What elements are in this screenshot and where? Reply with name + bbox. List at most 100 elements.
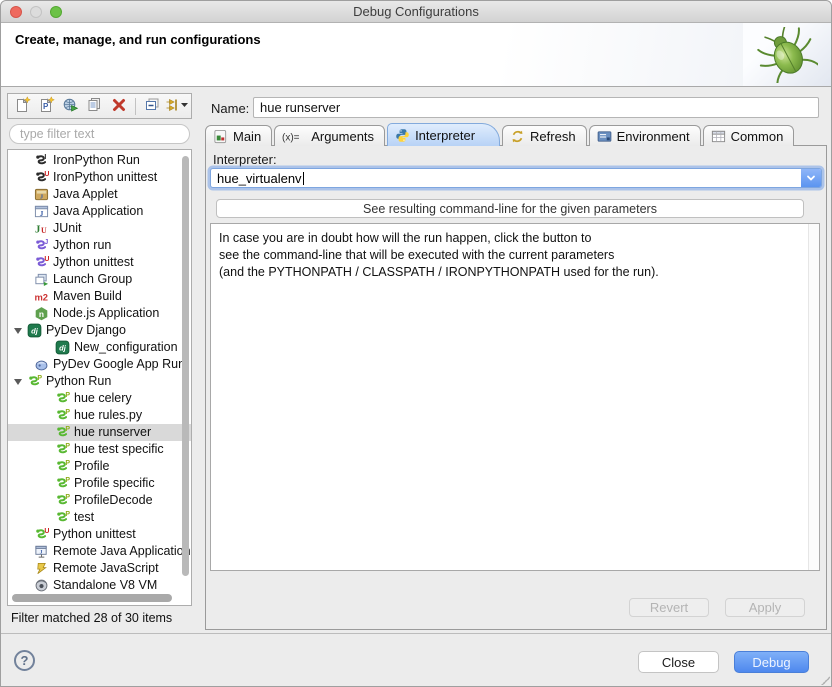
filter-launch-configurations-icon — [165, 97, 189, 116]
info-line: see the command-line that will be execut… — [219, 247, 799, 264]
tab-environment[interactable]: Environment — [589, 125, 701, 146]
tree-row-hue-test-specific[interactable]: Phue test specific — [8, 441, 191, 458]
tab-main[interactable]: Main — [205, 125, 272, 146]
tab-arguments[interactable]: (x)=Arguments — [274, 125, 385, 146]
tree-row-java-applet[interactable]: JJava Applet — [8, 186, 191, 203]
apply-button[interactable]: Apply — [725, 598, 805, 617]
tree-row-label: JUnit — [53, 220, 81, 237]
svg-text:J: J — [44, 239, 48, 246]
export-launch-configurations-button[interactable] — [61, 97, 80, 116]
tree-row-pydev-google-app-run[interactable]: PyDev Google App Run — [8, 356, 191, 373]
delete-button[interactable] — [109, 97, 128, 116]
see-command-line-button[interactable]: See resulting command-line for the given… — [216, 199, 804, 218]
svg-text:P: P — [65, 426, 70, 433]
tree-row-junit[interactable]: JUJUnit — [8, 220, 191, 237]
filter-launch-configurations-button[interactable] — [167, 97, 186, 116]
svg-text:J: J — [40, 550, 43, 556]
info-text-area[interactable]: In case you are in doubt how will the ru… — [210, 223, 820, 571]
tree-row-remote-java-application[interactable]: JRemote Java Application — [8, 543, 191, 560]
minimize-window-button[interactable] — [30, 6, 42, 18]
tab-common[interactable]: Common — [703, 125, 795, 146]
tree-row-profiledecode[interactable]: PProfileDecode — [8, 492, 191, 509]
svg-text:dj: dj — [31, 327, 39, 336]
python-tab-icon — [395, 128, 410, 143]
tree-row-label: PyDev Django — [46, 322, 126, 339]
expander-collapse-icon[interactable] — [14, 328, 22, 334]
titlebar[interactable]: Debug Configurations — [1, 1, 831, 23]
interpreter-combo-value: hue_virtualenv — [211, 171, 302, 186]
debug-configurations-dialog: Debug Configurations Create, manage, and… — [0, 0, 832, 687]
svg-text:U: U — [41, 226, 47, 235]
help-button[interactable]: ? — [14, 650, 35, 671]
zoom-window-button[interactable] — [50, 6, 62, 18]
tree-row-profile-specific[interactable]: P Profile specific — [8, 475, 191, 492]
tree-row-hue-runserver[interactable]: Phue runserver — [8, 424, 191, 441]
new-launch-configuration-icon — [14, 96, 31, 116]
tree-row-python-run[interactable]: P Python Run — [8, 373, 191, 390]
tab-bar: Main(x)=ArgumentsInterpreter Refresh Envir… — [205, 123, 796, 146]
tree-row-standalone-v8-vm[interactable]: Standalone V8 VM — [8, 577, 191, 594]
close-window-button[interactable] — [10, 6, 22, 18]
tree-row-label: Python Run — [46, 373, 111, 390]
tree-row-label: Profile specific — [74, 475, 155, 492]
tree-vertical-scrollbar[interactable] — [182, 156, 189, 576]
tree-row-label: Remote JavaScript — [53, 560, 159, 577]
new-prototype-icon: P — [38, 96, 55, 116]
tree-row-remote-javascript[interactable]: Remote JavaScript — [8, 560, 191, 577]
tree-row-jython-run[interactable]: JJython run — [8, 237, 191, 254]
interpreter-combo[interactable]: hue_virtualenv — [210, 168, 822, 188]
name-input[interactable] — [253, 97, 819, 118]
tree-row-label: Node.js Application — [53, 305, 159, 322]
combo-dropdown-button[interactable] — [801, 169, 821, 187]
tree-row-node-js-application[interactable]: n Node.js Application — [8, 305, 191, 322]
python-run-icon: P — [55, 493, 70, 508]
tree-row-python-unittest[interactable]: UPython unittest — [8, 526, 191, 543]
info-area-scrollbar[interactable] — [808, 224, 819, 570]
config-tree: IIronPython Run UIronPython unittestJJav… — [7, 149, 192, 606]
export-launch-configurations-icon — [62, 96, 79, 116]
tree-row-test[interactable]: Ptest — [8, 509, 191, 526]
python-run-icon: P — [55, 476, 70, 491]
tab-label: Refresh — [530, 129, 576, 144]
remote-java-icon: J — [34, 544, 49, 559]
interpreter-label: Interpreter: — [213, 152, 277, 167]
filter-input[interactable] — [9, 124, 190, 144]
tree-row-new-configuration[interactable]: djNew_configuration — [8, 339, 191, 356]
new-prototype-button[interactable]: P — [37, 97, 56, 116]
debug-bug-icon — [743, 23, 831, 86]
duplicate-button[interactable] — [85, 97, 104, 116]
svg-text:P: P — [37, 375, 42, 382]
help-label: ? — [21, 653, 29, 668]
tree-row-label: Standalone V8 VM — [53, 577, 157, 594]
close-button[interactable]: Close — [638, 651, 719, 673]
tree-row-ironpython-unittest[interactable]: U IronPython unittest — [8, 169, 191, 186]
tree-row-hue-rules-py[interactable]: Phue rules.py — [8, 407, 191, 424]
tree-row-launch-group[interactable]: Launch Group — [8, 271, 191, 288]
python-run-icon: P — [55, 510, 70, 525]
tree-row-java-application[interactable]: JJava Application — [8, 203, 191, 220]
duplicate-icon — [86, 96, 103, 116]
svg-text:P: P — [65, 443, 70, 450]
svg-text:P: P — [65, 392, 70, 399]
tree-row-pydev-django[interactable]: dj PyDev Django — [8, 322, 191, 339]
collapse-all-button[interactable] — [143, 97, 162, 116]
tree-row-maven-build[interactable]: m2Maven Build — [8, 288, 191, 305]
tree-row-label: hue runserver — [74, 424, 151, 441]
revert-button[interactable]: Revert — [629, 598, 709, 617]
new-launch-configuration-button[interactable] — [13, 97, 32, 116]
tab-refresh[interactable]: Refresh — [502, 125, 587, 146]
tree-row-hue-celery[interactable]: Phue celery — [8, 390, 191, 407]
tree-row-profile[interactable]: PProfile — [8, 458, 191, 475]
tree-row-ironpython-run[interactable]: IIronPython Run — [8, 152, 191, 169]
resize-grip[interactable] — [820, 675, 830, 685]
svg-text:U: U — [44, 528, 49, 535]
svg-text:U: U — [44, 171, 49, 178]
expander-collapse-icon[interactable] — [14, 379, 22, 385]
nodejs-icon: n — [34, 306, 49, 321]
tree-horizontal-scrollbar[interactable] — [12, 594, 172, 602]
tree-row-jython-unittest[interactable]: UJython unittest — [8, 254, 191, 271]
tree-row-label: IronPython unittest — [53, 169, 157, 186]
tab-interpreter[interactable]: Interpreter — [387, 123, 500, 146]
svg-text:J: J — [40, 209, 44, 218]
debug-button[interactable]: Debug — [734, 651, 809, 673]
